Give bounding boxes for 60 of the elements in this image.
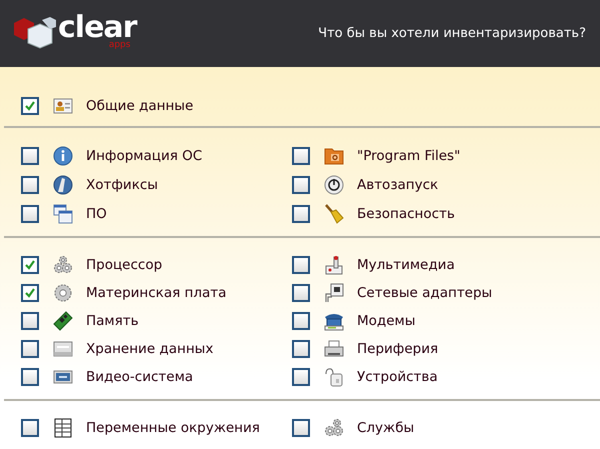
checkbox[interactable]: [21, 312, 39, 330]
option-label[interactable]: "Program Files": [357, 148, 460, 164]
checkbox[interactable]: [21, 340, 39, 358]
logo-name: clear: [58, 12, 136, 42]
table-icon: [53, 418, 73, 438]
checkbox[interactable]: [21, 176, 39, 194]
option-label[interactable]: Безопасность: [357, 206, 455, 222]
header-title: Что бы вы хотели инвентаризировать?: [318, 26, 586, 41]
info-icon: [53, 146, 73, 166]
network-adapter-icon: [324, 283, 344, 303]
checkbox[interactable]: [292, 146, 310, 164]
checkmark-icon: [24, 287, 36, 299]
gears-icon: [53, 255, 73, 275]
option-label[interactable]: Память: [86, 313, 139, 329]
gears-icon: [324, 418, 344, 438]
checkbox[interactable]: [21, 146, 39, 164]
telephone-icon: [324, 311, 344, 331]
joystick-icon: [324, 255, 344, 275]
option-label[interactable]: ПО: [86, 206, 107, 222]
checkbox[interactable]: [21, 96, 39, 114]
checkbox[interactable]: [292, 176, 310, 194]
checkbox[interactable]: [292, 312, 310, 330]
checkmark-icon: [24, 100, 36, 112]
memory-module-icon: [53, 311, 73, 331]
power-icon: [324, 174, 344, 194]
checkbox[interactable]: [292, 256, 310, 274]
option-label[interactable]: Информация ОС: [86, 148, 202, 164]
checkbox[interactable]: [21, 368, 39, 386]
checkbox[interactable]: [292, 284, 310, 302]
option-label[interactable]: Хранение данных: [86, 341, 214, 357]
checkbox[interactable]: [21, 204, 39, 222]
logo-subtitle: apps: [108, 40, 130, 50]
option-label[interactable]: Процессор: [86, 257, 162, 273]
printer-icon: [324, 339, 344, 359]
option-label[interactable]: Материнская плата: [86, 285, 226, 301]
checkbox[interactable]: [292, 418, 310, 436]
checkbox[interactable]: [292, 204, 310, 222]
option-label[interactable]: Периферия: [357, 341, 438, 357]
checkbox[interactable]: [21, 418, 39, 436]
broom-icon: [324, 204, 344, 224]
id-card-icon: [53, 96, 73, 116]
option-label[interactable]: Мультимедиа: [357, 257, 455, 273]
option-label[interactable]: Сетевые адаптеры: [357, 285, 492, 301]
option-label[interactable]: Переменные окружения: [86, 420, 260, 436]
folder-icon: [324, 146, 344, 166]
checkmark-icon: [24, 259, 36, 271]
checkbox[interactable]: [292, 340, 310, 358]
option-label[interactable]: Общие данные: [86, 98, 194, 114]
option-label[interactable]: Модемы: [357, 313, 416, 329]
checkbox[interactable]: [21, 256, 39, 274]
option-label[interactable]: Автозапуск: [357, 176, 438, 192]
option-label[interactable]: Устройства: [357, 369, 438, 385]
option-label[interactable]: Службы: [357, 420, 414, 436]
checkbox[interactable]: [292, 368, 310, 386]
option-label[interactable]: Видео-система: [86, 369, 194, 385]
gear-icon: [53, 283, 73, 303]
drive-icon: [53, 339, 73, 359]
option-label[interactable]: Хотфиксы: [86, 176, 158, 192]
windows-icon: [53, 204, 73, 224]
checkbox[interactable]: [21, 284, 39, 302]
